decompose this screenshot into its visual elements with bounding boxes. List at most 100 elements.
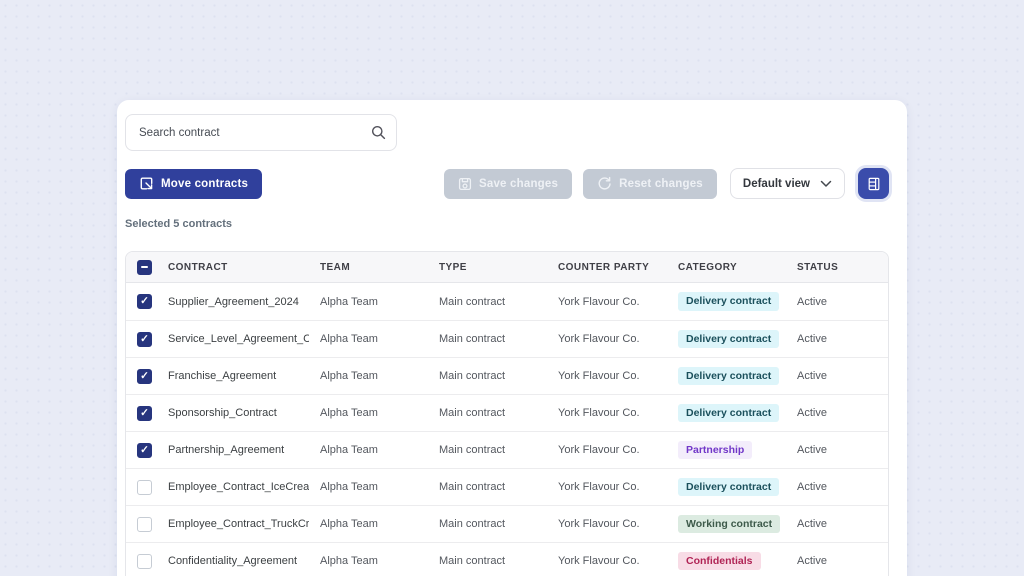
- category-cell: Delivery contract: [667, 292, 786, 311]
- view-select[interactable]: Default view: [730, 168, 845, 199]
- counter-party-cell: York Flavour Co.: [547, 481, 667, 493]
- row-checkbox[interactable]: [137, 294, 152, 309]
- table-grid-icon: [867, 177, 881, 191]
- select-all-checkbox[interactable]: [137, 260, 152, 275]
- counter-party-cell: York Flavour Co.: [547, 518, 667, 530]
- category-cell: Partnership: [667, 441, 786, 460]
- team-cell: Alpha Team: [309, 444, 428, 456]
- column-header: CATEGORY: [667, 262, 786, 273]
- table-row: Confidentiality_Agreement Alpha Team Mai…: [126, 542, 888, 576]
- category-badge: Delivery contract: [678, 330, 779, 349]
- column-header: COUNTER PARTY: [547, 262, 667, 273]
- type-cell: Main contract: [428, 370, 547, 382]
- row-checkbox[interactable]: [137, 517, 152, 532]
- row-checkbox[interactable]: [137, 480, 152, 495]
- table-row: Partnership_Agreement Alpha Team Main co…: [126, 431, 888, 468]
- category-cell: Delivery contract: [667, 330, 786, 349]
- counter-party-cell: York Flavour Co.: [547, 444, 667, 456]
- table-row: Employee_Contract_TruckCre... Alpha Team…: [126, 505, 888, 542]
- selection-summary: Selected 5 contracts: [125, 218, 889, 230]
- reset-changes-button[interactable]: Reset changes: [583, 169, 717, 199]
- team-cell: Alpha Team: [309, 481, 428, 493]
- category-badge: Partnership: [678, 441, 752, 460]
- reset-icon: [597, 176, 612, 191]
- table-row: Employee_Contract_IceCrea... Alpha Team …: [126, 468, 888, 505]
- team-cell: Alpha Team: [309, 296, 428, 308]
- view-select-label: Default view: [743, 178, 810, 190]
- type-cell: Main contract: [428, 555, 547, 567]
- row-checkbox[interactable]: [137, 369, 152, 384]
- table-row: Service_Level_Agreement_Catering... Alph…: [126, 320, 888, 357]
- category-badge: Working contract: [678, 515, 780, 534]
- team-cell: Alpha Team: [309, 370, 428, 382]
- status-cell: Active: [786, 555, 888, 567]
- counter-party-cell: York Flavour Co.: [547, 555, 667, 567]
- contract-name: Supplier_Agreement_2024: [157, 296, 309, 308]
- team-cell: Alpha Team: [309, 407, 428, 419]
- type-cell: Main contract: [428, 296, 547, 308]
- row-checkbox[interactable]: [137, 406, 152, 421]
- status-cell: Active: [786, 333, 888, 345]
- category-badge: Confidentials: [678, 552, 761, 571]
- category-cell: Delivery contract: [667, 367, 786, 386]
- move-contracts-label: Move contracts: [161, 178, 248, 190]
- contract-name: Sponsorship_Contract: [157, 407, 309, 419]
- counter-party-cell: York Flavour Co.: [547, 333, 667, 345]
- status-cell: Active: [786, 444, 888, 456]
- contract-name: Franchise_Agreement: [157, 370, 309, 382]
- column-header: CONTRACT: [157, 262, 309, 273]
- counter-party-cell: York Flavour Co.: [547, 370, 667, 382]
- reset-changes-label: Reset changes: [619, 178, 703, 190]
- category-badge: Delivery contract: [678, 404, 779, 423]
- row-checkbox[interactable]: [137, 332, 152, 347]
- category-cell: Delivery contract: [667, 478, 786, 497]
- status-cell: Active: [786, 481, 888, 493]
- search-input[interactable]: [125, 114, 397, 151]
- team-cell: Alpha Team: [309, 333, 428, 345]
- move-contracts-button[interactable]: Move contracts: [125, 169, 262, 199]
- row-checkbox[interactable]: [137, 443, 152, 458]
- table-row: Sponsorship_Contract Alpha Team Main con…: [126, 394, 888, 431]
- category-badge: Delivery contract: [678, 292, 779, 311]
- search-icon: [371, 125, 386, 140]
- column-header: TEAM: [309, 262, 428, 273]
- contracts-table: CONTRACTTEAMTYPECOUNTER PARTYCATEGORYSTA…: [125, 251, 889, 576]
- search-box: [125, 114, 397, 151]
- contracts-panel: Move contracts Save changes: [117, 100, 907, 576]
- row-checkbox[interactable]: [137, 554, 152, 569]
- chevron-down-icon: [820, 180, 832, 188]
- column-settings-button[interactable]: [858, 168, 889, 199]
- type-cell: Main contract: [428, 444, 547, 456]
- status-cell: Active: [786, 296, 888, 308]
- category-badge: Delivery contract: [678, 478, 779, 497]
- team-cell: Alpha Team: [309, 518, 428, 530]
- contract-name: Employee_Contract_IceCrea...: [157, 481, 309, 493]
- contract-name: Service_Level_Agreement_Catering...: [157, 333, 309, 345]
- type-cell: Main contract: [428, 481, 547, 493]
- status-cell: Active: [786, 518, 888, 530]
- category-cell: Delivery contract: [667, 404, 786, 423]
- table-row: Franchise_Agreement Alpha Team Main cont…: [126, 357, 888, 394]
- contract-name: Employee_Contract_TruckCre...: [157, 518, 309, 530]
- team-cell: Alpha Team: [309, 555, 428, 567]
- category-badge: Delivery contract: [678, 367, 779, 386]
- contract-name: Confidentiality_Agreement: [157, 555, 309, 567]
- type-cell: Main contract: [428, 518, 547, 530]
- toolbar: Move contracts Save changes: [125, 168, 889, 199]
- column-header: TYPE: [428, 262, 547, 273]
- counter-party-cell: York Flavour Co.: [547, 296, 667, 308]
- table-body: Supplier_Agreement_2024 Alpha Team Main …: [126, 283, 888, 576]
- move-contracts-icon: [139, 176, 154, 191]
- status-cell: Active: [786, 370, 888, 382]
- save-icon: [458, 177, 472, 191]
- category-cell: Working contract: [667, 515, 786, 534]
- table-row: Supplier_Agreement_2024 Alpha Team Main …: [126, 283, 888, 320]
- type-cell: Main contract: [428, 333, 547, 345]
- table-header-row: CONTRACTTEAMTYPECOUNTER PARTYCATEGORYSTA…: [126, 252, 888, 283]
- type-cell: Main contract: [428, 407, 547, 419]
- category-cell: Confidentials: [667, 552, 786, 571]
- save-changes-label: Save changes: [479, 178, 558, 190]
- counter-party-cell: York Flavour Co.: [547, 407, 667, 419]
- status-cell: Active: [786, 407, 888, 419]
- save-changes-button[interactable]: Save changes: [444, 169, 572, 199]
